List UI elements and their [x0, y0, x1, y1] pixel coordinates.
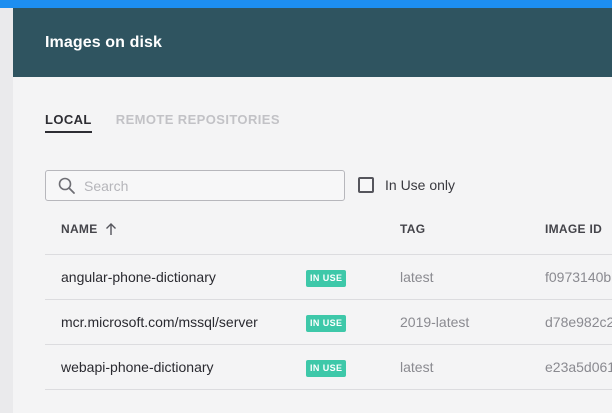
- tab-remote-repositories[interactable]: REMOTE REPOSITORIES: [116, 112, 280, 133]
- in-use-only-filter[interactable]: In Use only: [358, 177, 455, 193]
- image-tag: 2019-latest: [400, 314, 470, 330]
- in-use-badge: IN USE: [306, 360, 347, 377]
- page-header: Images on disk: [13, 8, 612, 77]
- column-header-name[interactable]: NAME: [61, 222, 118, 236]
- image-id: f0973140b: [545, 269, 612, 285]
- image-name: mcr.microsoft.com/mssql/server: [61, 314, 258, 330]
- arrow-up-icon: [105, 223, 116, 235]
- in-use-only-checkbox[interactable]: [358, 177, 374, 193]
- images-table: NAME TAG IMAGE ID angular-phone-dictiona…: [45, 207, 612, 390]
- table-row[interactable]: angular-phone-dictionary IN USE latest f…: [45, 255, 612, 300]
- table-row[interactable]: mcr.microsoft.com/mssql/server IN USE 20…: [45, 300, 612, 345]
- top-accent-bar: [0, 0, 612, 8]
- image-name: angular-phone-dictionary: [61, 269, 216, 285]
- search-input[interactable]: [82, 176, 326, 195]
- table-row[interactable]: webapi-phone-dictionary IN USE latest e2…: [45, 345, 612, 390]
- column-header-image-id[interactable]: IMAGE ID: [545, 222, 602, 236]
- in-use-badge: IN USE: [306, 270, 347, 287]
- in-use-only-label: In Use only: [385, 177, 456, 193]
- image-tag: latest: [400, 269, 434, 285]
- main-content: LOCAL REMOTE REPOSITORIES In Use only NA…: [13, 77, 612, 413]
- column-header-tag[interactable]: TAG: [400, 222, 425, 236]
- table-header: NAME TAG IMAGE ID: [45, 207, 612, 255]
- page-title: Images on disk: [45, 33, 162, 51]
- image-name: webapi-phone-dictionary: [61, 359, 214, 375]
- search-box[interactable]: [45, 170, 345, 201]
- image-id: d78e982c2: [545, 314, 612, 330]
- tab-bar: LOCAL REMOTE REPOSITORIES: [45, 112, 280, 133]
- in-use-badge: IN USE: [306, 315, 347, 332]
- image-id: e23a5d061: [545, 359, 612, 375]
- tab-local[interactable]: LOCAL: [45, 112, 92, 133]
- left-sidebar-edge: [0, 8, 13, 413]
- column-header-name-label: NAME: [61, 222, 98, 236]
- image-tag: latest: [400, 359, 434, 375]
- search-icon: [58, 177, 75, 194]
